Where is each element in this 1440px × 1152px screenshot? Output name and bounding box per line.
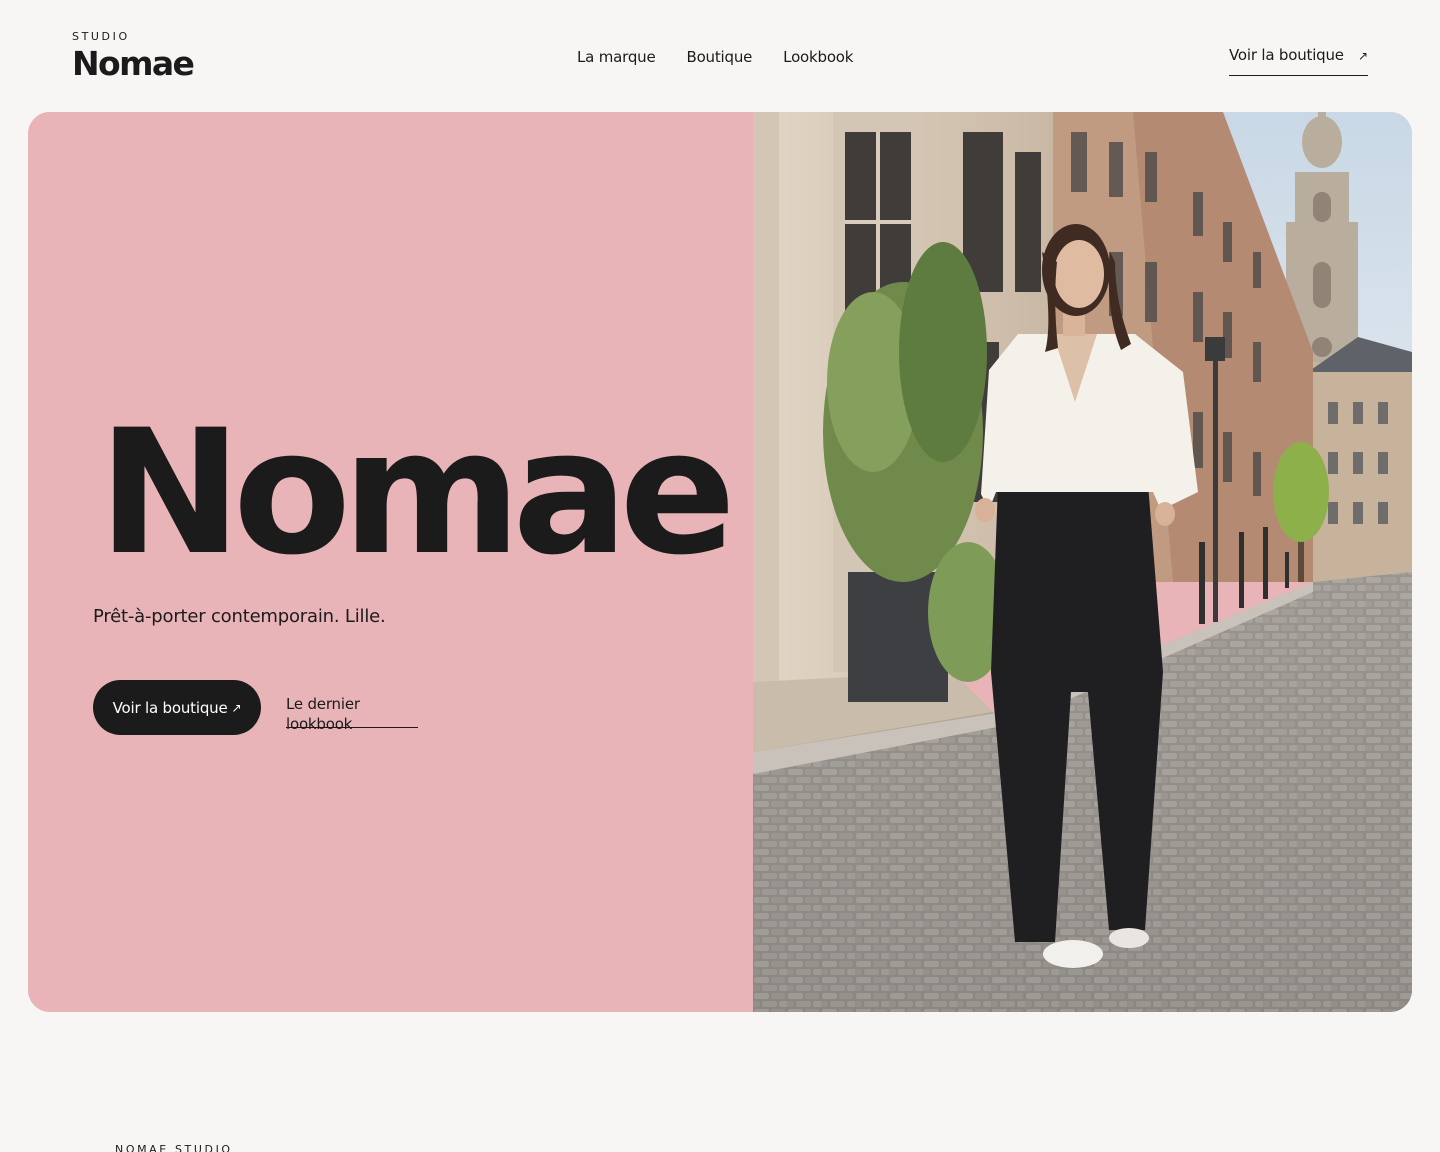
footer-eyebrow: NOMAE STUDIO xyxy=(115,1143,233,1152)
hero-title: Nomae xyxy=(98,392,736,593)
logo-eyebrow: STUDIO xyxy=(72,30,130,43)
main-nav: La marque Boutique Lookbook xyxy=(577,47,853,67)
header-shop-link[interactable]: Voir la boutique ↗ xyxy=(1229,45,1368,76)
hero-text-panel: Nomae Prêt-à-porter contemporain. Lille.… xyxy=(28,112,753,1012)
hero-section: Nomae Prêt-à-porter contemporain. Lille.… xyxy=(28,112,1412,1012)
header-shop-link-label: Voir la boutique xyxy=(1229,46,1344,64)
logo[interactable]: STUDIO Nomae xyxy=(72,30,195,83)
logo-wordmark: Nomae xyxy=(72,44,195,83)
hero-photo xyxy=(753,112,1412,1012)
nav-link-lookbook[interactable]: Lookbook xyxy=(783,47,853,67)
arrow-up-right-icon: ↗ xyxy=(231,700,242,715)
arrow-up-right-icon: ↗ xyxy=(1357,49,1368,63)
lookbook-link[interactable]: Le dernier lookbook xyxy=(286,694,418,733)
shop-button[interactable]: Voir la boutique ↗ xyxy=(93,680,261,735)
shop-button-label: Voir la boutique xyxy=(112,698,228,717)
hero-subtitle: Prêt-à-porter contemporain. Lille. xyxy=(93,606,386,627)
hero-photo-illustration xyxy=(753,112,1412,1012)
nav-link-boutique[interactable]: Boutique xyxy=(686,47,752,67)
nav-link-la-marque[interactable]: La marque xyxy=(577,47,656,67)
site-header: STUDIO Nomae La marque Boutique Lookbook… xyxy=(0,0,1440,112)
